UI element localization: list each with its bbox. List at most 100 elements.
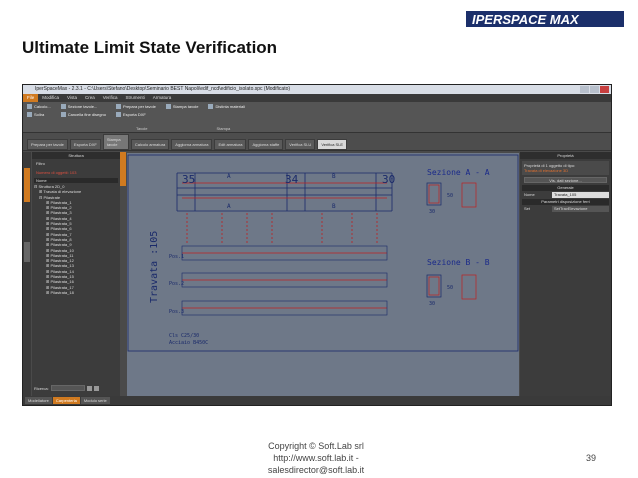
section-mark-b-top: B (332, 173, 336, 180)
search-icon[interactable] (86, 385, 92, 391)
cancella-disegno-button[interactable]: Cancella fine disegno (60, 112, 106, 117)
pos-1-label: Pos.1 (169, 254, 184, 260)
window-title: IperSpaceMax - 2.3.1 - C:\Users\Stefano\… (35, 86, 291, 92)
ribbon-group-tavole: Prepara per tavole Esporta DXF Tavole (115, 104, 156, 131)
tab-stampa-tavole[interactable]: Stampa tavole (102, 134, 129, 150)
tree-column-header: Nome (34, 178, 118, 183)
section-aa-width: 30 (429, 209, 435, 215)
set-select[interactable]: SetTravElevazione (552, 206, 609, 212)
tab-aggiorna-staffe[interactable]: Aggiorna staffe (248, 139, 284, 150)
cancella-icon (60, 112, 66, 117)
section-bb-width: 30 (429, 301, 435, 307)
sollra-icon (27, 112, 32, 117)
side-tab-struttura[interactable] (24, 168, 30, 202)
drawing-canvas[interactable]: 35 34 30 A B A B Travata :105 Pos.1 Pos.… (127, 153, 519, 397)
tab-carpenteria[interactable]: Carpenteria (52, 397, 80, 404)
selection-info: Proprietà di 1 oggetto di tipo: Travata … (522, 161, 609, 175)
section-mark-a-bottom: A (227, 203, 231, 210)
section-bb-stirrup (428, 276, 440, 296)
structure-panel-header: Struttura (32, 152, 120, 159)
slide-title: Ultimate Limit State Verification (22, 38, 278, 57)
menu-crea[interactable]: Crea (81, 94, 99, 102)
rebar-lines (182, 182, 387, 309)
section-mark-b-bottom: B (332, 203, 336, 210)
section-generale[interactable]: Generale (522, 185, 609, 191)
material-concrete: Cls C25/30 (169, 333, 199, 339)
structure-tree: ⊟ Struttura 2D_0 ⊞ Travata di elevazione… (32, 184, 120, 295)
section-aa-height: 50 (447, 193, 453, 199)
email-link[interactable]: salesdirector@soft.lab.it (246, 464, 386, 476)
tree-item[interactable]: ⊞ Pilastrata_18 (34, 290, 120, 295)
prepara-icon (115, 104, 121, 109)
close-button[interactable] (600, 86, 609, 93)
section-bb-height: 50 (447, 285, 453, 291)
group-label-stampa: Stampa (216, 126, 231, 131)
sezione-icon (60, 104, 66, 109)
stampa-tavole-button[interactable]: Stampa tavole (165, 104, 198, 109)
section-bb-detail (461, 274, 477, 300)
tab-modulo-serie[interactable]: Modulo serie (80, 397, 110, 404)
properties-panel: Proprietà Proprietà di 1 oggetto di tipo… (520, 152, 611, 397)
material-steel: Acciaio B450C (169, 340, 208, 346)
vertical-tab-vista[interactable] (120, 152, 126, 186)
window-titlebar: IperSpaceMax - 2.3.1 - C:\Users\Stefano\… (23, 85, 611, 94)
calcolo-button[interactable]: Calcolo... (27, 104, 51, 109)
search-input[interactable] (50, 385, 85, 391)
dim-right-label: 30 (382, 173, 395, 186)
ribbon-group-distinta: Distinta materiali Stampa (208, 104, 245, 131)
minimize-button[interactable] (580, 86, 589, 93)
sollra-button[interactable]: Sollra (27, 112, 51, 117)
view-section-button[interactable]: Vis. dati sezione... (524, 177, 607, 183)
section-mark-a-top: A (227, 173, 231, 180)
list-icon (208, 104, 214, 109)
app-window: IperSpaceMax - 2.3.1 - C:\Users\Stefano\… (22, 84, 612, 406)
structure-panel: Struttura Filtro Numero di oggetti: 103 … (32, 152, 120, 397)
beam-title-vertical: Travata :105 (149, 231, 160, 303)
rebar-shapes (181, 245, 388, 316)
dim-mid-label: 34 (285, 173, 299, 186)
menu-armatura[interactable]: Armatura (149, 94, 176, 102)
ribbon-group-sezione: Sezione tavole... Cancella fine disegno (60, 104, 106, 130)
section-aa-title: Sezione A - A (427, 168, 490, 177)
menu-file[interactable]: File (23, 94, 39, 102)
svg-text:IPERSPACE MAX: IPERSPACE MAX (472, 12, 580, 27)
ribbon-group-calcolo: Calcolo... Sollra (27, 104, 51, 130)
clear-icon[interactable] (93, 385, 99, 391)
sezione-tavole-button[interactable]: Sezione tavole... (60, 104, 106, 109)
prepara-tavole-button[interactable]: Prepara per tavole (115, 104, 156, 109)
tree-search: Ricerca: (34, 385, 99, 391)
esporta-dxf-button[interactable]: Esporta DXF (115, 112, 156, 117)
tab-aggiorna-armatura[interactable]: Aggiorna armatura (171, 139, 213, 150)
website-link[interactable]: http://www.soft.lab.it - (246, 452, 386, 464)
pos-3-label: Pos.3 (169, 309, 184, 315)
tab-verifica-sle[interactable]: Verifica SLE (317, 139, 348, 150)
dim-left-label: 35 (182, 173, 195, 186)
menu-verifica[interactable]: Verifica (99, 94, 122, 102)
distinta-materiali-button[interactable]: Distinta materiali (208, 104, 245, 109)
left-side-tabs (23, 152, 31, 397)
menu-strumenti[interactable]: Strumenti (122, 94, 149, 102)
pos-2-label: Pos.2 (169, 281, 184, 287)
maximize-button[interactable] (590, 86, 599, 93)
bottom-tabs: Modellatore Carpenteria Modulo serie (23, 396, 611, 405)
tab-prepara-tavole[interactable]: Prepara per tavole (27, 139, 68, 150)
tab-edit-armatura[interactable]: Edit armatura (214, 139, 247, 150)
section-aa-detail (461, 182, 477, 208)
window-controls (580, 86, 609, 93)
iperspace-logo: IPERSPACE MAX (466, 11, 624, 27)
tab-esporta-dxf[interactable]: Esporta DXF (69, 139, 101, 150)
tab-calcolo-armatura[interactable]: Calcolo armatura (130, 139, 170, 150)
copyright-text: Copyright © Soft.Lab srl (268, 441, 364, 451)
tab-verifica-slu[interactable]: Verifica SLU (285, 139, 316, 150)
dxf-icon (115, 112, 121, 117)
property-row-set: Set SetTravElevazione (522, 206, 609, 212)
menu-modifica[interactable]: Modifica (38, 94, 63, 102)
copyright-block: Copyright © Soft.Lab srl http://www.soft… (246, 440, 386, 476)
side-tab-selezione[interactable] (24, 242, 30, 262)
section-params[interactable]: Parametri disposizione ferri (522, 199, 609, 205)
menu-vista[interactable]: Vista (63, 94, 81, 102)
section-bb-title: Sezione B - B (427, 258, 490, 267)
filter-label: Filtro (36, 161, 45, 166)
name-field[interactable]: Travata_105 (552, 192, 609, 198)
tab-modellatore[interactable]: Modellatore (25, 397, 52, 404)
